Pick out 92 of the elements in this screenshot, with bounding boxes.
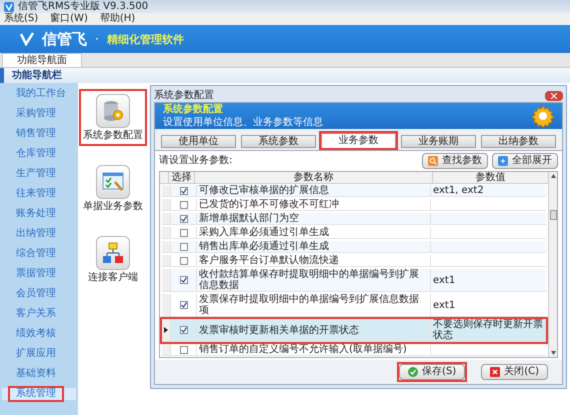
separator-dot: · [95, 33, 99, 45]
checkbox[interactable] [180, 200, 188, 208]
nav-item[interactable]: 采购管理 [16, 108, 56, 119]
nav-header: 功能导航栏 [0, 68, 570, 83]
checkbox[interactable] [180, 228, 188, 236]
nav-item[interactable]: 账务处理 [16, 208, 56, 219]
checklist-icon[interactable] [96, 165, 130, 199]
parameter-value: 不要选则保存时更新开票状态 [433, 319, 544, 341]
parameter-name: 客户服务平台订单默认物流快递 [199, 255, 339, 266]
tab[interactable]: 系统参数 [241, 135, 316, 148]
parameter-name: 可修改已审核单据的扩展信息 [199, 185, 329, 196]
nav-item[interactable]: 生产管理 [16, 168, 56, 179]
tab[interactable]: 出纳参数 [481, 135, 556, 148]
table-row[interactable]: 新增单据默认部门为空 [162, 213, 546, 225]
database-icon[interactable] [96, 94, 130, 128]
checkbox[interactable] [180, 326, 188, 334]
table-row[interactable]: 销售出库单必须通过引单生成 [162, 241, 546, 253]
column-header: 参数名称 [194, 172, 432, 183]
slogan: 精细化管理软件 [106, 34, 184, 44]
window-title: 信管飞RMS专业版 V9.3.500 [18, 2, 148, 12]
parameter-name: 采购入库单必须通过引单生成 [199, 227, 329, 238]
checkbox[interactable] [180, 301, 188, 309]
parameter-name: 发票审核时更新相关单据的开票状态 [199, 324, 359, 336]
nav-item[interactable]: 会员管理 [16, 288, 56, 299]
current-row-icon [164, 327, 168, 333]
nav-item[interactable]: 绩效考核 [16, 328, 56, 339]
prompt-label: 请设置业务参数: [159, 156, 232, 166]
table-row[interactable]: 采购入库单必须通过引单生成 [162, 227, 546, 239]
table-row[interactable]: 客户服务平台订单默认物流快递 [162, 255, 546, 267]
parameter-name: 新增单据默认部门为空 [199, 213, 299, 224]
tab[interactable]: 业务账期 [401, 135, 476, 148]
network-icon[interactable] [96, 236, 130, 270]
nav-item[interactable]: 基础资料 [16, 368, 56, 379]
menu-item[interactable]: 帮助(H) [100, 14, 136, 24]
nav-item[interactable]: 销售管理 [16, 128, 56, 139]
toolbar-button[interactable]: 全部展开 [492, 153, 558, 169]
checkbox[interactable] [180, 276, 188, 284]
nav-item[interactable]: 我的工作台 [16, 88, 66, 99]
scroll-up-icon[interactable] [550, 174, 556, 178]
parameter-name: 收付款结算单保存时提取明细中的单据编号到扩展信息数据 [199, 269, 420, 291]
nav-item[interactable]: 仓库管理 [16, 148, 56, 159]
parameter-name: 发票保存时提取明细中的单据编号到扩展信息数据项 [199, 294, 420, 316]
nav-item[interactable]: 往来管理 [16, 188, 56, 199]
menu-item[interactable]: 窗口(W) [50, 14, 88, 24]
table-row[interactable]: 发票保存时提取明细中的单据编号到扩展信息数据项 ext1 [162, 294, 546, 317]
parameter-value: ext1, ext2 [433, 185, 484, 196]
tab[interactable]: 功能导航面 [2, 53, 82, 67]
parameter-name: 销售订单的自定义编号不允许输入(取单据编号) [199, 344, 407, 355]
checkbox[interactable] [180, 256, 188, 264]
nav-item[interactable]: 扩展应用 [16, 348, 56, 359]
scroll-down-icon[interactable] [550, 351, 556, 355]
save-button[interactable]: 保存(S) [399, 364, 466, 380]
app-icon [4, 2, 14, 12]
function-label[interactable]: 系统参数配置 [83, 131, 143, 141]
toolbar-button[interactable]: 查找参数 [422, 153, 488, 169]
parameter-name: 已发货的订单不可修改不可红冲 [199, 199, 339, 210]
parameter-name: 销售出库单必须通过引单生成 [199, 241, 329, 252]
expand-icon [498, 156, 508, 166]
tab[interactable]: 使用单位 [161, 135, 236, 148]
checkbox[interactable] [180, 242, 188, 250]
table-row[interactable]: 已发货的订单不可修改不可红冲 [162, 199, 546, 211]
nav-item[interactable]: 客户关系 [16, 308, 56, 319]
logo-text: 信管飞 [42, 32, 87, 46]
checkbox[interactable] [180, 186, 188, 194]
close-icon [551, 92, 557, 98]
nav-item[interactable]: 综合管理 [16, 248, 56, 259]
search-icon [428, 156, 438, 166]
tab[interactable]: 业务参数 [321, 133, 396, 148]
nav-item[interactable]: 票据管理 [16, 268, 56, 279]
checkbox[interactable] [180, 346, 188, 354]
table-row[interactable]: 销售订单的自定义编号不允许输入(取单据编号) [162, 344, 546, 356]
parameter-value: ext1 [433, 300, 456, 310]
table-row[interactable]: 可修改已审核单据的扩展信息 ext1, ext2 [162, 185, 546, 197]
table-row[interactable]: 发票审核时更新相关单据的开票状态 不要选则保存时更新开票状态 [162, 319, 546, 342]
menu-item[interactable]: 系统(S) [4, 14, 38, 24]
parameter-value: ext1 [433, 274, 456, 286]
dialog-title: 系统参数配置 [154, 90, 214, 100]
function-label[interactable]: 连接客户端 [88, 273, 138, 283]
close-button[interactable]: 关闭(C) [481, 364, 548, 380]
table-row[interactable]: 收付款结算单保存时提取明细中的单据编号到扩展信息数据 ext1 [162, 269, 546, 292]
dialog-heading: 系统参数配置 [163, 104, 224, 114]
gear-icon [532, 105, 554, 127]
close-button[interactable] [545, 90, 563, 100]
function-label[interactable]: 单据业务参数 [83, 202, 143, 212]
logo-icon [20, 32, 34, 46]
column-header: 选择 [168, 172, 194, 183]
dialog-subtitle: 设置使用单位信息、业务参数等信息 [163, 118, 323, 128]
check-icon [408, 367, 418, 377]
checkbox[interactable] [180, 214, 188, 222]
nav-item[interactable]: 出纳管理 [16, 228, 56, 239]
scrollbar-thumb[interactable] [550, 210, 556, 220]
close-icon [490, 367, 500, 377]
